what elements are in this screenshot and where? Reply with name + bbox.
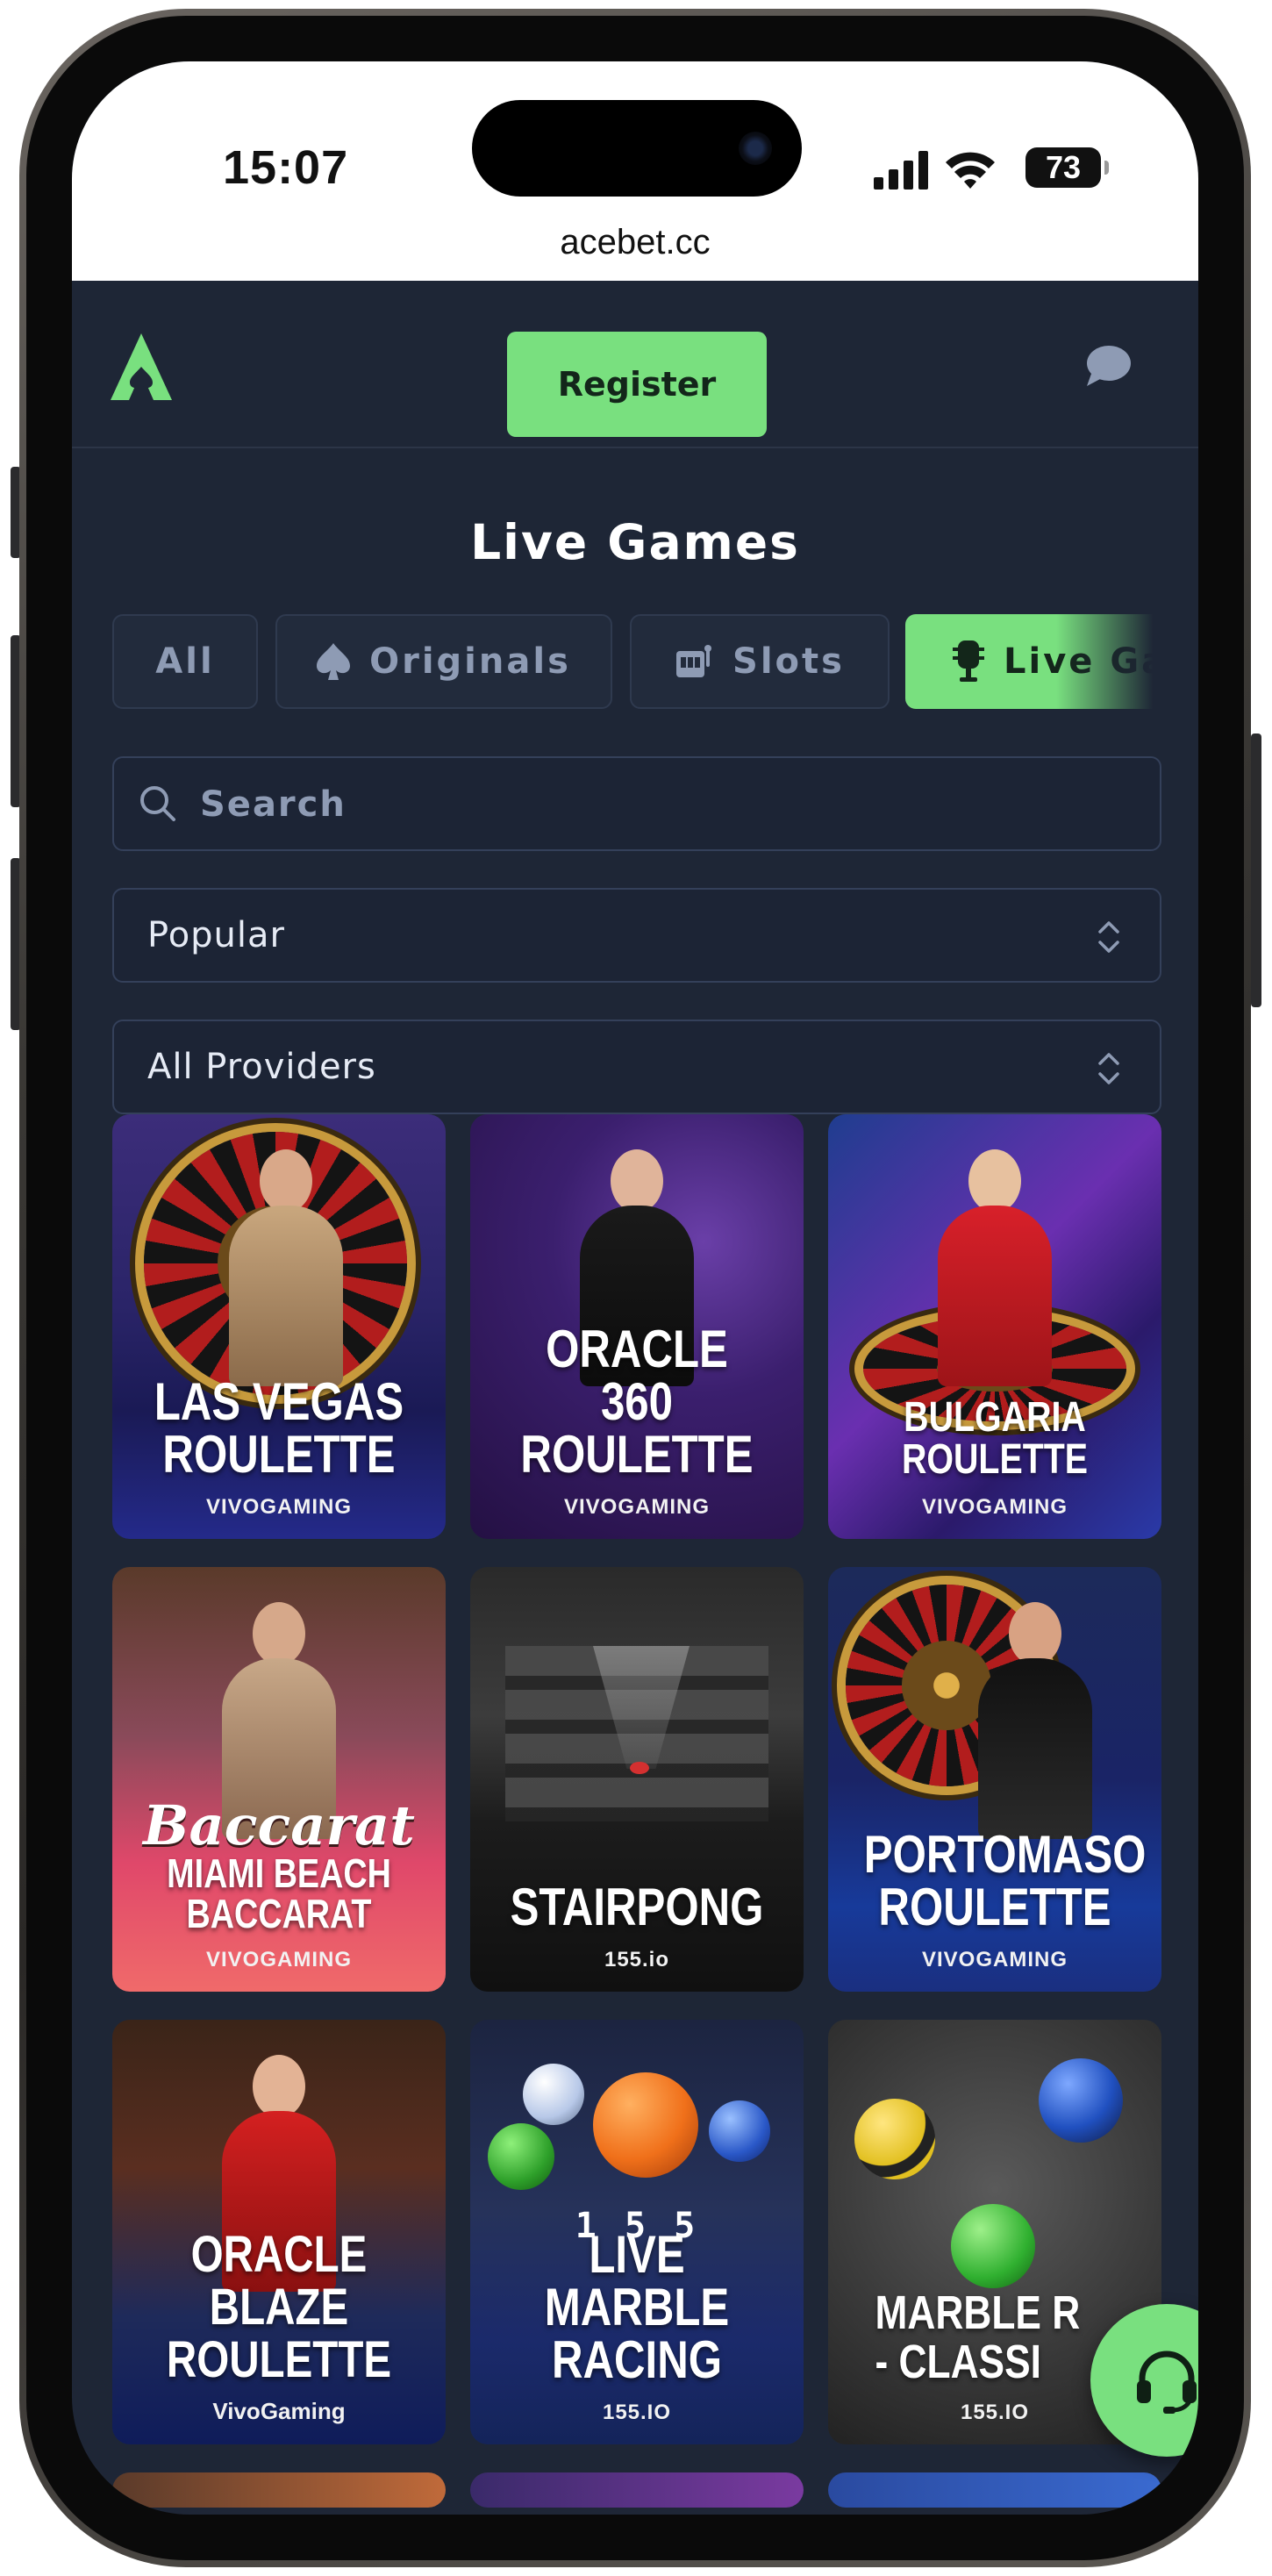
battery-indicator: 73: [1025, 147, 1109, 188]
tab-live-games[interactable]: Live Games: [905, 614, 1161, 709]
camera-icon: [739, 132, 772, 165]
marble-ball-image: [709, 2100, 770, 2162]
chevron-updown-icon: [1098, 1053, 1119, 1084]
sort-selected-value: Popular: [147, 915, 285, 955]
tab-all[interactable]: All: [112, 614, 258, 709]
dealer-image: [977, 1602, 1092, 1839]
marble-ball-image: [488, 2123, 554, 2190]
game-card-partial[interactable]: [112, 2472, 446, 2508]
game-title: MARBLE R - CLASSI: [875, 2286, 1081, 2388]
game-title: MIAMI BEACH BACCARAT: [167, 1850, 391, 1936]
marble-ball-image: [593, 2072, 698, 2178]
game-card[interactable]: PORTOMASO ROULETTE VIVOGAMING: [828, 1567, 1161, 1992]
app-header: Register: [72, 281, 1198, 448]
phone-screen: 15:07 73 acebet.cc Register Live Games A…: [72, 61, 1198, 2515]
ping-pong-ball-image: [630, 1762, 649, 1774]
tab-label: Live Games: [1004, 641, 1161, 682]
chat-icon[interactable]: [1084, 344, 1132, 388]
tab-label: Originals: [369, 641, 571, 682]
browser-url[interactable]: acebet.cc: [72, 223, 1198, 262]
dealer-image: [228, 1149, 343, 1386]
chevron-updown-icon: [1098, 921, 1119, 953]
marble-ball-image: [523, 2064, 584, 2125]
tab-originals[interactable]: Originals: [275, 614, 612, 709]
game-title: ORACLE BLAZE ROULETTE: [166, 2226, 392, 2388]
game-card[interactable]: Baccarat MIAMI BEACH BACCARAT VIVOGAMING: [112, 1567, 446, 1992]
acebet-logo-icon[interactable]: [111, 333, 172, 400]
sort-select[interactable]: Popular: [112, 888, 1161, 983]
dynamic-island: [472, 100, 802, 197]
provider-selected-value: All Providers: [147, 1047, 376, 1087]
game-card[interactable]: STAIRPONG 155.io: [470, 1567, 804, 1992]
game-card[interactable]: LAS VEGAS ROULETTE VIVOGAMING: [112, 1114, 446, 1539]
status-bar: 15:07 73 acebet.cc: [72, 61, 1198, 281]
tab-label: All: [155, 641, 215, 682]
game-provider: VIVOGAMING: [921, 1495, 1068, 1519]
status-time: 15:07: [223, 141, 349, 194]
game-provider: VIVOGAMING: [205, 1495, 352, 1519]
game-card-partial[interactable]: [470, 2472, 804, 2508]
signal-wifi-icons: [874, 151, 995, 190]
game-provider: VIVOGAMING: [563, 1495, 710, 1519]
game-title: ORACLE 360 ROULETTE: [520, 1320, 754, 1484]
baccarat-script-logo: Baccarat: [143, 1793, 415, 1857]
game-provider: 155.io: [604, 1948, 670, 1971]
phone-frame: 15:07 73 acebet.cc Register Live Games A…: [19, 9, 1251, 2567]
tab-slots[interactable]: Slots: [630, 614, 890, 709]
game-card[interactable]: ORACLE 360 ROULETTE VIVOGAMING: [470, 1114, 804, 1539]
game-title: BULGARIA ROULETTE: [901, 1394, 1089, 1483]
headset-icon: [1137, 2351, 1197, 2414]
game-card[interactable]: 1 5 5 LIVE MARBLE RACING 155.IO: [470, 2020, 804, 2444]
search-box: [112, 756, 1161, 851]
game-title: STAIRPONG: [510, 1878, 764, 1936]
power-button: [1251, 733, 1261, 1007]
register-button[interactable]: Register: [507, 332, 767, 437]
game-provider: 155.IO: [602, 2401, 672, 2424]
provider-select[interactable]: All Providers: [112, 1020, 1161, 1114]
marble-ball-image: [854, 2099, 935, 2179]
game-card[interactable]: ORACLE BLAZE ROULETTE VivoGaming: [112, 2020, 446, 2444]
game-title: LIVE MARBLE RACING: [544, 2225, 730, 2389]
game-title: LAS VEGAS ROULETTE: [154, 1372, 404, 1484]
category-tabs: All Originals Slots Live Ga: [112, 614, 1161, 711]
game-card[interactable]: BULGARIA ROULETTE VIVOGAMING: [828, 1114, 1161, 1539]
game-provider: VivoGaming: [212, 2398, 346, 2424]
marble-ball-image: [951, 2204, 1035, 2288]
game-card-partial[interactable]: [828, 2472, 1161, 2508]
spade-icon: [317, 643, 351, 680]
microphone-icon: [953, 640, 984, 682]
game-title: PORTOMASO ROULETTE: [863, 1825, 1147, 1936]
page-title: Live Games: [470, 514, 800, 570]
tab-label: Slots: [732, 641, 845, 682]
search-icon: [140, 786, 175, 821]
slot-machine-icon: [676, 645, 712, 677]
phone-bezel: 15:07 73 acebet.cc Register Live Games A…: [26, 16, 1244, 2560]
game-provider: VIVOGAMING: [921, 1948, 1068, 1971]
search-input[interactable]: [198, 758, 1132, 851]
dealer-image: [938, 1149, 1052, 1386]
marble-ball-image: [1039, 2058, 1123, 2143]
game-provider: VIVOGAMING: [205, 1948, 352, 1971]
